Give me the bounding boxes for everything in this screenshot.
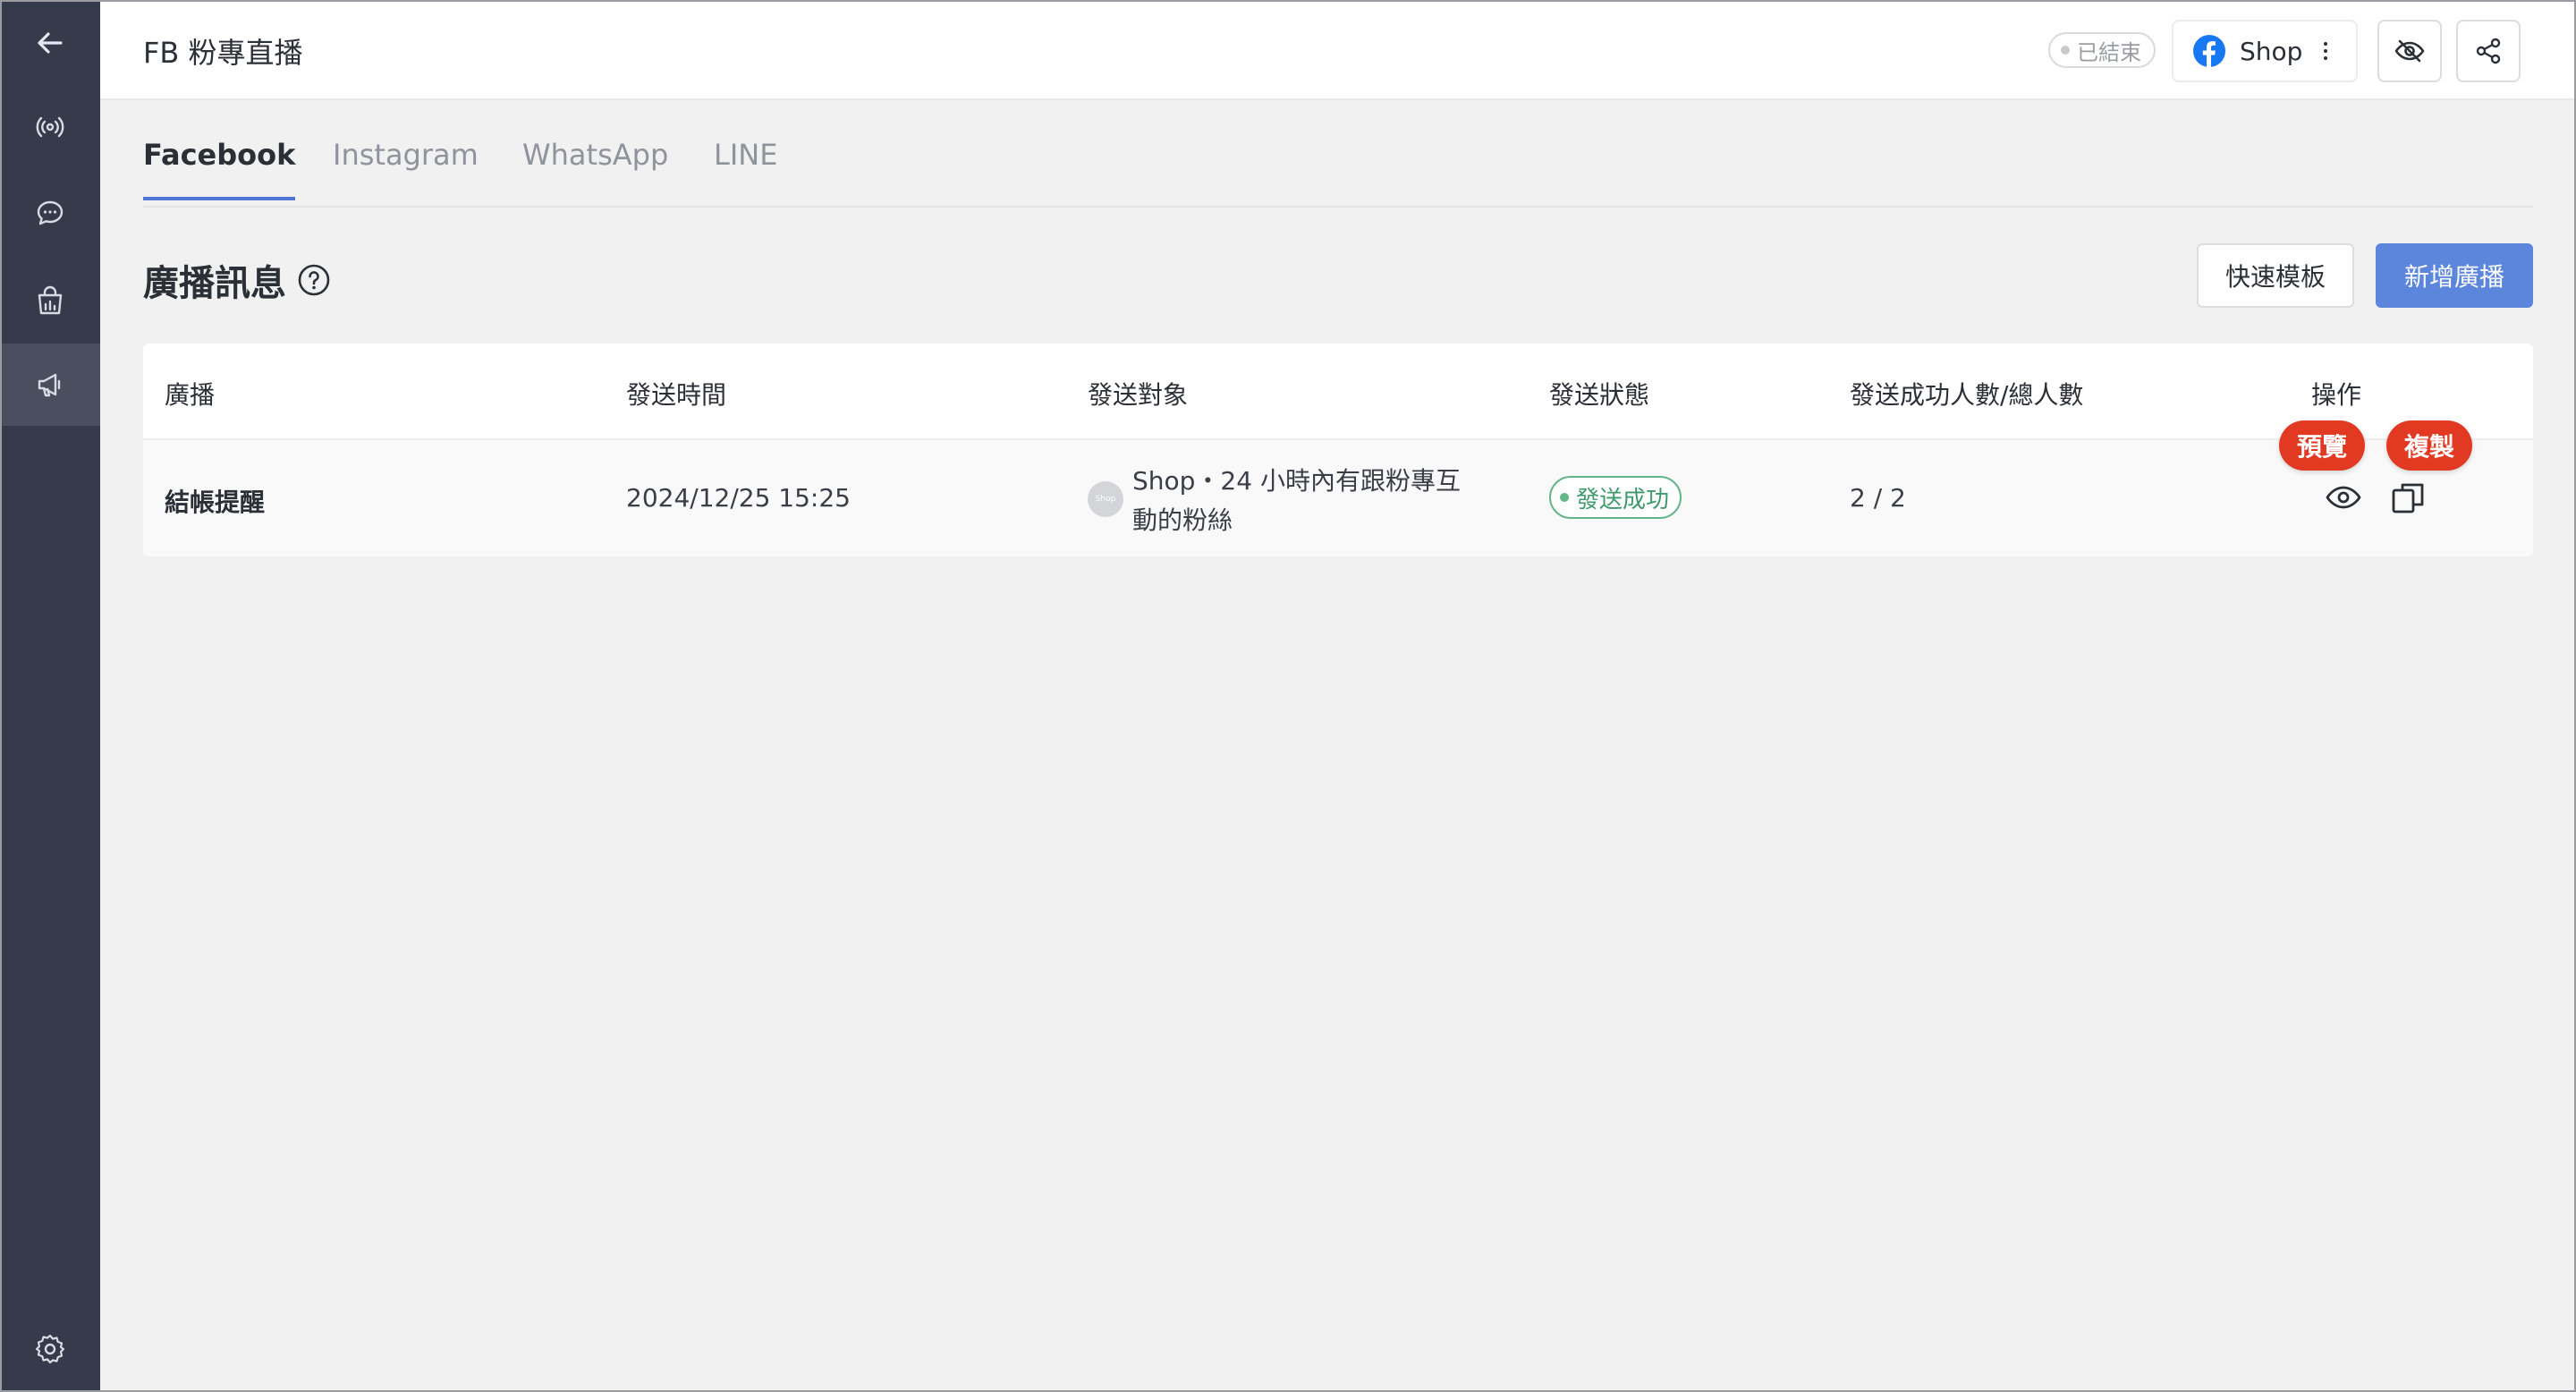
facebook-icon (2193, 35, 2225, 67)
table-row[interactable]: 結帳提醒 2024/12/25 15:25 Shop Shop・24 小時內有跟… (143, 440, 2533, 556)
tab-instagram[interactable]: Instagram (333, 138, 479, 200)
column-header-broadcast: 廣播 (165, 380, 216, 410)
chat-bubble-icon (37, 200, 64, 225)
avatar: Shop (1088, 481, 1123, 517)
column-header-count: 發送成功人數/總人數 (1850, 380, 2084, 410)
visibility-toggle-button[interactable] (2377, 20, 2442, 82)
broadcast-name: 結帳提醒 (165, 488, 266, 517)
preview-tooltip: 預覽 (2279, 420, 2366, 471)
send-target: Shop Shop・24 小時內有跟粉專互動的粉絲 (1088, 462, 1481, 540)
copy-tooltip: 複製 (2386, 420, 2473, 471)
channel-tabs: Facebook Instagram WhatsApp LINE (143, 100, 2533, 208)
status-dot (1560, 493, 1569, 502)
back-button[interactable] (0, 2, 100, 84)
success-count: 2 / 2 (1850, 483, 1906, 513)
help-icon[interactable] (297, 263, 331, 297)
quick-template-button[interactable]: 快速模板 (2197, 243, 2354, 308)
broadcast-table: 廣播 發送時間 發送對象 發送狀態 發送成功人數/總人數 操作 結帳提醒 202… (143, 344, 2533, 556)
table-header: 廣播 發送時間 發送對象 發送狀態 發送成功人數/總人數 操作 (143, 344, 2533, 440)
status-badge: 發送成功 (1549, 476, 1682, 519)
back-arrow-icon (38, 32, 63, 54)
page-title: FB 粉專直播 (143, 36, 303, 70)
more-vertical-icon[interactable] (2324, 42, 2328, 60)
sidebar (0, 0, 100, 1392)
gear-icon (35, 1334, 65, 1364)
tab-facebook[interactable]: Facebook (143, 138, 296, 200)
column-header-target: 發送對象 (1088, 380, 1189, 410)
settings-button[interactable] (0, 1308, 100, 1390)
status-label: 發送成功 (1576, 486, 1670, 514)
section-title: 廣播訊息 (143, 263, 286, 304)
sidebar-item-messages[interactable] (0, 172, 100, 254)
section-heading: 廣播訊息 (143, 254, 331, 306)
column-header-status: 發送狀態 (1549, 380, 1650, 410)
live-status-label: 已結束 (2077, 39, 2141, 65)
sidebar-item-shop[interactable] (0, 259, 100, 342)
send-time: 2024/12/25 15:25 (626, 483, 851, 513)
tab-whatsapp[interactable]: WhatsApp (522, 138, 668, 200)
sidebar-item-live[interactable] (0, 86, 100, 168)
broadcast-live-icon (36, 116, 64, 138)
column-header-time: 發送時間 (626, 380, 727, 410)
tab-line[interactable]: LINE (714, 138, 777, 200)
shopping-bag-icon (38, 285, 63, 315)
live-status-badge: 已結束 (2048, 32, 2156, 68)
page-switcher[interactable]: Shop (2172, 20, 2358, 82)
share-icon (2476, 38, 2501, 64)
sidebar-item-broadcast[interactable] (0, 344, 100, 426)
new-broadcast-button[interactable]: 新增廣播 (2376, 243, 2533, 308)
status-dot (2061, 46, 2070, 55)
send-target-text: Shop・24 小時內有跟粉專互動的粉絲 (1132, 466, 1461, 535)
megaphone-icon (38, 373, 61, 397)
eye-off-icon (2394, 39, 2425, 63)
copy-icon[interactable] (2388, 478, 2428, 517)
page-name: Shop (2240, 36, 2303, 66)
top-header: FB 粉專直播 已結束 Shop (100, 0, 2576, 100)
column-header-actions: 操作 (2311, 380, 2362, 410)
share-button[interactable] (2456, 20, 2521, 82)
preview-eye-icon[interactable] (2324, 478, 2363, 517)
